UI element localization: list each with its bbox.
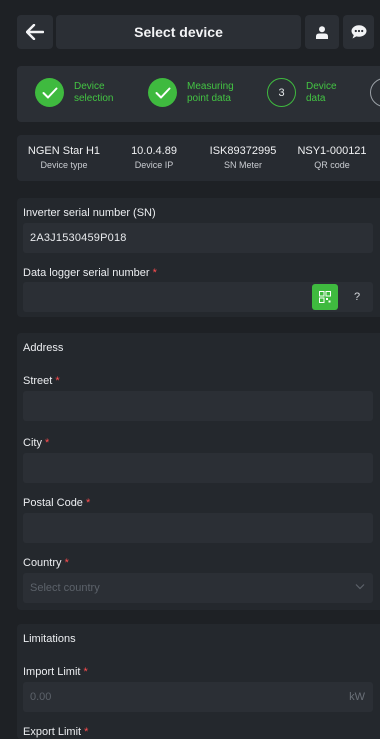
address-section-title: Address <box>23 342 64 354</box>
chat-bubble-icon <box>351 25 366 39</box>
step-device-data[interactable]: 3 Device data <box>267 78 337 107</box>
required-mark: * <box>84 726 89 738</box>
limitations-card: Limitations Import Limit * 0.00 kW Expor… <box>17 624 380 739</box>
postal-code-label: Postal Code * <box>23 497 90 509</box>
country-label: Country * <box>23 557 69 569</box>
export-limit-label: Export Limit * <box>23 726 88 738</box>
serial-numbers-card: Inverter serial number (SN) 2A3J1530459P… <box>17 198 380 317</box>
inverter-serial-label: Inverter serial number (SN) <box>23 207 156 219</box>
country-label-text: Country <box>23 557 62 569</box>
check-icon <box>35 78 64 107</box>
street-input[interactable] <box>23 391 373 421</box>
info-label: QR code <box>314 160 350 170</box>
user-button[interactable] <box>305 15 339 49</box>
info-device-type: NGEN Star H1 Device type <box>17 135 111 181</box>
info-sn-meter: ISK89372995 SN Meter <box>197 135 289 181</box>
info-value: 10.0.4.89 <box>131 145 177 157</box>
logger-serial-label-text: Data logger serial number <box>23 267 150 279</box>
import-limit-label: Import Limit * <box>23 666 88 678</box>
step-device-selection[interactable]: Device selection <box>35 78 113 107</box>
required-mark: * <box>83 666 88 678</box>
address-card: Address Street * City * Postal Code * Co… <box>17 333 380 610</box>
back-button[interactable] <box>17 15 53 49</box>
info-value: NGEN Star H1 <box>27 145 101 157</box>
check-icon <box>148 78 177 107</box>
info-value: NSY1-000121 <box>297 145 367 157</box>
city-input[interactable] <box>23 453 373 483</box>
required-mark: * <box>55 375 60 387</box>
progress-stepper: Device selection Measuring point data 3 … <box>17 66 380 122</box>
info-qr-code: NSY1-000121 QR code <box>289 135 375 181</box>
qr-scan-button[interactable] <box>312 284 338 310</box>
step-label: Device selection <box>74 80 114 104</box>
info-value: ISK89372995 <box>209 145 277 157</box>
import-limit-unit: kW <box>349 691 365 703</box>
chevron-down-icon <box>355 584 365 590</box>
page-title: Select device <box>56 15 301 49</box>
step-number: 3 <box>267 78 296 107</box>
city-label-text: City <box>23 437 42 449</box>
info-device-ip: 10.0.4.89 Device IP <box>111 135 197 181</box>
chat-button[interactable] <box>343 15 374 49</box>
street-label: Street * <box>23 375 60 387</box>
top-bar: Select device <box>0 0 380 62</box>
export-limit-label-text: Export Limit <box>23 726 82 738</box>
step-circle <box>370 78 380 107</box>
required-mark: * <box>86 497 91 509</box>
user-icon <box>316 25 328 39</box>
inverter-serial-value: 2A3J1530459P018 <box>30 232 127 244</box>
street-label-text: Street <box>23 375 53 387</box>
info-label: Device type <box>40 160 88 170</box>
city-label: City * <box>23 437 49 449</box>
step-label: Measuring point data <box>187 80 234 104</box>
device-info-bar: NGEN Star H1 Device type 10.0.4.89 Devic… <box>17 135 380 181</box>
postal-code-input[interactable] <box>23 513 373 543</box>
step-next[interactable] <box>370 78 380 107</box>
import-limit-input[interactable]: 0.00 kW <box>23 682 373 712</box>
logger-serial-label: Data logger serial number * <box>23 267 157 279</box>
country-placeholder: Select country <box>30 582 100 594</box>
required-mark: * <box>64 557 69 569</box>
inverter-serial-field[interactable]: 2A3J1530459P018 <box>23 223 373 253</box>
import-limit-placeholder: 0.00 <box>30 691 52 703</box>
arrow-left-icon <box>26 24 44 40</box>
step-measuring-point-data[interactable]: Measuring point data <box>148 78 234 107</box>
info-label: SN Meter <box>223 160 262 170</box>
required-mark: * <box>152 267 157 279</box>
step-label: Device data <box>306 80 337 104</box>
import-limit-label-text: Import Limit <box>23 666 81 678</box>
info-label: Device IP <box>134 160 174 170</box>
help-button[interactable]: ? <box>344 284 370 310</box>
required-mark: * <box>45 437 50 449</box>
limitations-section-title: Limitations <box>23 633 76 645</box>
postal-code-label-text: Postal Code <box>23 497 83 509</box>
country-select[interactable]: Select country <box>23 573 373 603</box>
qr-code-icon <box>319 291 331 303</box>
